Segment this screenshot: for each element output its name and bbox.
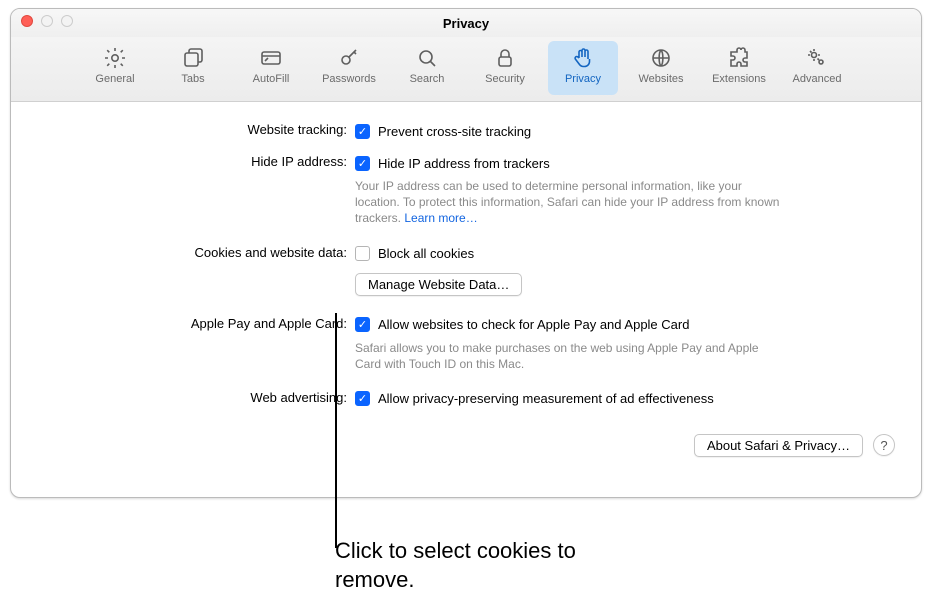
webad-checkbox[interactable]: ✓ Allow privacy-preserving measurement o… [355,388,897,410]
lock-icon [492,45,518,71]
prevent-cross-site-tracking-checkbox[interactable]: ✓ Prevent cross-site tracking [355,120,897,142]
webad-label: Web advertising: [35,388,355,405]
tab-tabs[interactable]: Tabs [158,41,228,95]
checkbox-label: Allow privacy-preserving measurement of … [378,391,714,406]
applepay-helper: Safari allows you to make purchases on t… [355,340,785,372]
preferences-window: Privacy General Tabs AutoFill Passwords … [10,8,922,498]
gears-icon [804,45,830,71]
key-icon [336,45,362,71]
maximize-button[interactable] [61,15,73,27]
tab-search[interactable]: Search [392,41,462,95]
hide-ip-label: Hide IP address: [35,152,355,169]
tab-websites[interactable]: Websites [626,41,696,95]
checkbox-label: Hide IP address from trackers [378,156,550,171]
tab-security[interactable]: Security [470,41,540,95]
help-button[interactable]: ? [873,434,895,456]
checkmark-icon: ✓ [355,391,370,406]
puzzle-icon [726,45,752,71]
minimize-button[interactable] [41,15,53,27]
callout-text: Click to select cookies to remove. [335,537,635,594]
tab-advanced[interactable]: Advanced [782,41,852,95]
callout-line [335,313,337,548]
applepay-label: Apple Pay and Apple Card: [35,314,355,331]
window-title: Privacy [443,16,489,31]
hide-ip-helper: Your IP address can be used to determine… [355,178,785,227]
gear-icon [102,45,128,71]
cookies-label: Cookies and website data: [35,243,355,260]
checkbox-label: Prevent cross-site tracking [378,124,531,139]
traffic-lights [21,15,73,27]
checkbox-label: Block all cookies [378,246,474,261]
tab-autofill[interactable]: AutoFill [236,41,306,95]
hide-ip-checkbox[interactable]: ✓ Hide IP address from trackers [355,152,897,174]
hand-icon [570,45,596,71]
pencil-icon [258,45,284,71]
checkmark-icon: ✓ [355,124,370,139]
toolbar: General Tabs AutoFill Passwords Search S… [11,37,921,102]
tabs-icon [180,45,206,71]
tab-general[interactable]: General [80,41,150,95]
globe-icon [648,45,674,71]
applepay-checkbox[interactable]: ✓ Allow websites to check for Apple Pay … [355,314,897,336]
checkbox-label: Allow websites to check for Apple Pay an… [378,317,689,332]
tab-privacy[interactable]: Privacy [548,41,618,95]
checkmark-icon: ✓ [355,317,370,332]
block-all-cookies-checkbox[interactable]: Block all cookies [355,243,897,265]
checkmark-icon: ✓ [355,156,370,171]
learn-more-link[interactable]: Learn more… [404,211,477,225]
checkbox-empty-icon [355,246,370,261]
close-button[interactable] [21,15,33,27]
content-area: Website tracking: ✓ Prevent cross-site t… [11,102,921,457]
about-safari-privacy-button[interactable]: About Safari & Privacy… [694,434,863,457]
tab-passwords[interactable]: Passwords [314,41,384,95]
search-icon [414,45,440,71]
website-tracking-label: Website tracking: [35,120,355,137]
manage-website-data-button[interactable]: Manage Website Data… [355,273,522,296]
titlebar: Privacy [11,9,921,37]
tab-extensions[interactable]: Extensions [704,41,774,95]
